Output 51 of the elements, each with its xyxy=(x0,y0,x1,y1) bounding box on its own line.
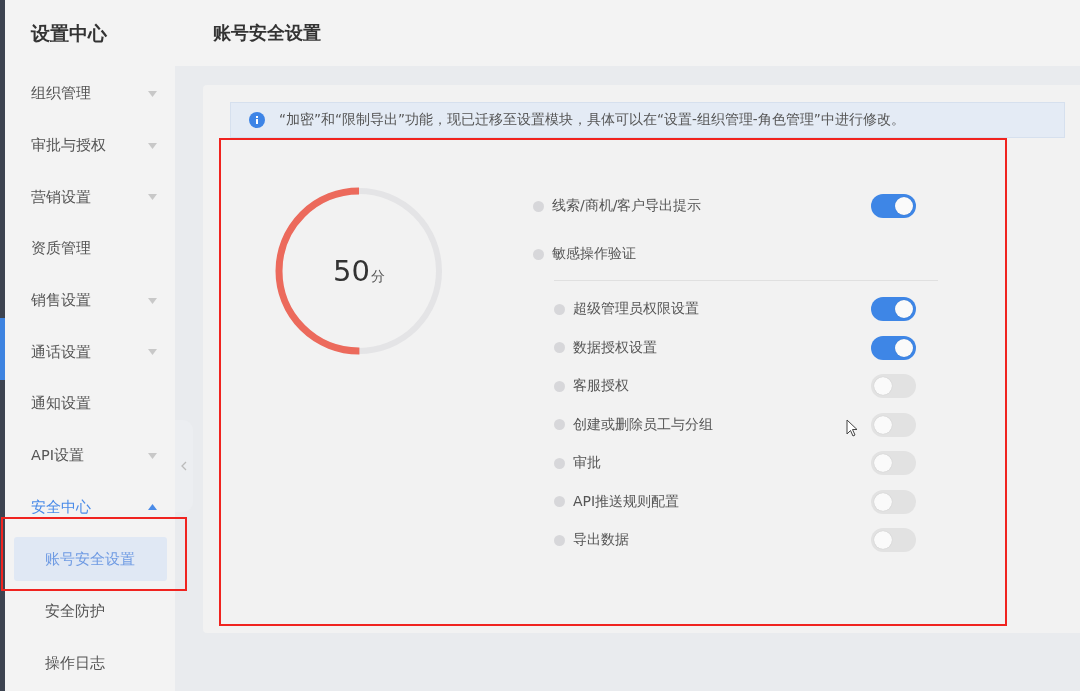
toggle-switch[interactable] xyxy=(871,412,916,437)
bullet-icon xyxy=(554,496,565,508)
setting-label: 客服授权 xyxy=(573,377,629,396)
setting-label: 创建或删除员工与分组 xyxy=(573,415,713,434)
caret-down-icon xyxy=(148,452,157,459)
bullet-icon xyxy=(533,200,544,212)
caret-up-icon xyxy=(148,504,157,511)
setting-label: 数据授权设置 xyxy=(573,338,657,357)
caret-down-icon xyxy=(148,90,157,97)
sidebar-item[interactable]: 销售设置 xyxy=(5,274,175,327)
setting-label: 审批 xyxy=(573,454,601,473)
sidebar-item[interactable]: API设置 xyxy=(5,429,175,482)
notice-text: “加密”和“限制导出”功能，现已迁移至设置模块，具体可以在“设置-组织管理-角色管理”中进行修改。 xyxy=(279,111,905,129)
bullet-icon xyxy=(554,342,565,354)
sidebar-title: 设置中心 xyxy=(29,21,108,46)
sidebar-subitem[interactable]: 操作日志 xyxy=(14,641,167,686)
setting-label: 超级管理员权限设置 xyxy=(573,300,699,319)
score-unit: 分 xyxy=(370,268,385,286)
bullet-icon xyxy=(554,380,565,392)
caret-down-icon xyxy=(148,194,157,201)
mouse-pointer-icon xyxy=(846,419,858,438)
sidebar-item[interactable]: 资质管理 xyxy=(5,223,175,275)
info-icon xyxy=(249,112,265,128)
caret-down-icon xyxy=(148,142,157,149)
sidebar-item[interactable]: 通知设置 xyxy=(5,378,175,430)
section-label: 敏感操作验证 xyxy=(552,245,636,263)
toggle-switch[interactable] xyxy=(871,489,916,514)
setting-label: 线索/商机/客户导出提示 xyxy=(552,197,702,215)
setting-label: 导出数据 xyxy=(573,531,629,550)
toggle-switch[interactable] xyxy=(871,528,916,553)
setting-label: API推送规则配置 xyxy=(573,492,680,511)
sidebar-subitem[interactable]: 安全防护 xyxy=(14,589,167,634)
toggle-switch[interactable] xyxy=(871,335,916,360)
chevron-left-icon xyxy=(181,461,187,471)
bullet-icon xyxy=(554,534,565,546)
toggle-switch[interactable] xyxy=(871,374,916,399)
sidebar-item[interactable]: 审批与授权 xyxy=(5,119,175,172)
sidebar-item[interactable]: 组织管理 xyxy=(5,68,175,120)
caret-down-icon xyxy=(148,297,157,304)
bullet-icon xyxy=(554,303,565,315)
bullet-icon xyxy=(554,419,565,431)
bullet-icon xyxy=(554,457,565,469)
toggle-switch[interactable] xyxy=(871,194,916,218)
caret-down-icon xyxy=(148,349,157,356)
sidebar-item[interactable]: 通话设置 xyxy=(5,326,175,379)
toggle-switch[interactable] xyxy=(871,451,916,476)
score-value: 50 xyxy=(333,254,370,288)
page-title: 账号安全设置 xyxy=(175,0,1080,66)
bullet-icon xyxy=(533,248,544,260)
sidebar-item[interactable]: 营销设置 xyxy=(5,171,175,224)
toggle-switch[interactable] xyxy=(871,297,916,322)
